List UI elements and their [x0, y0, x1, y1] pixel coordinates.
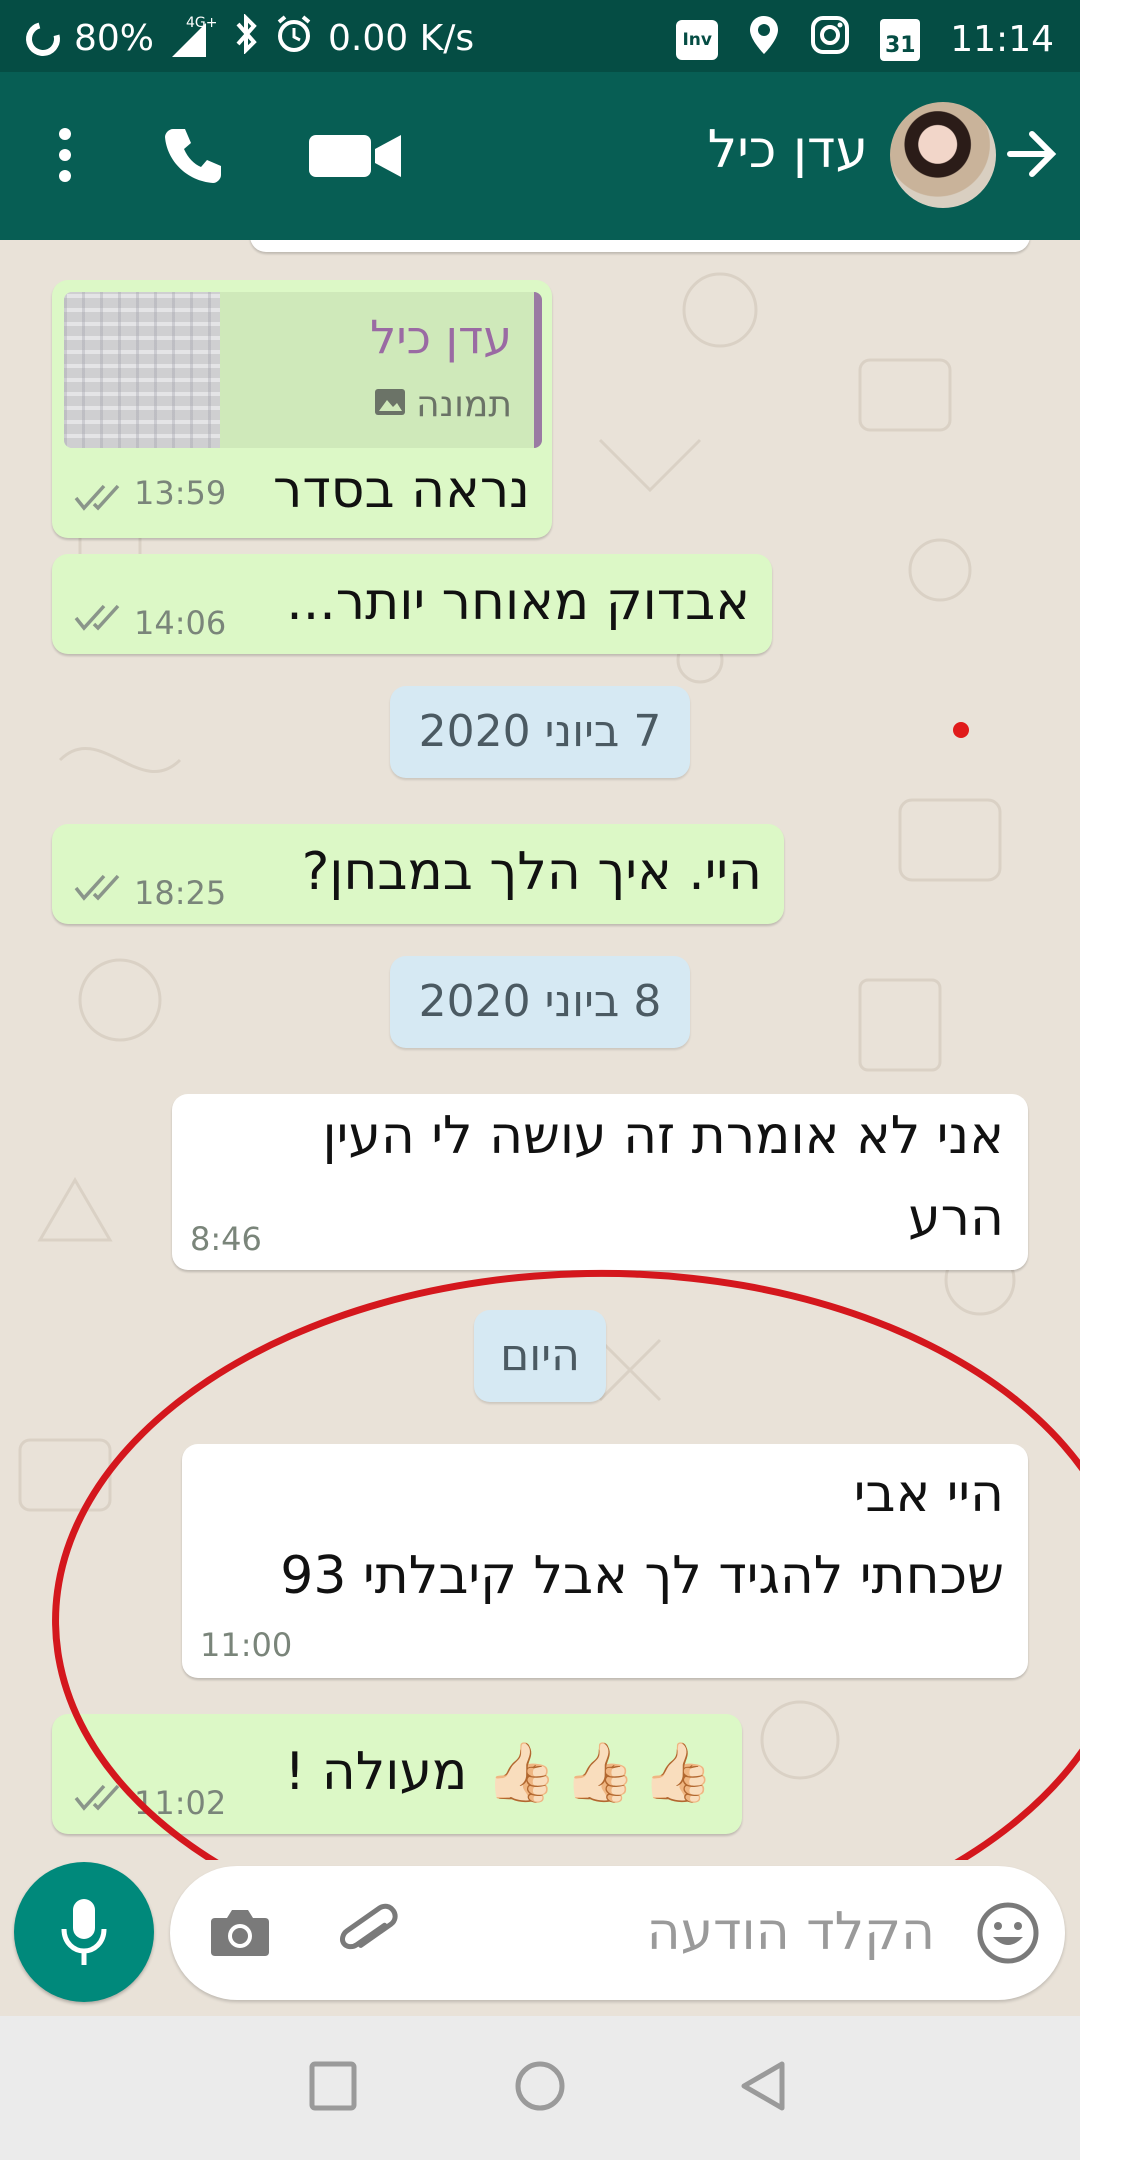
- message-text-line: היי אבי: [853, 1464, 1004, 1524]
- message-time: 8:46: [190, 1220, 262, 1258]
- app-badge-icon: Inv: [676, 19, 719, 60]
- location-icon: [748, 14, 780, 65]
- date-separator: 7 ביוני 2020: [390, 686, 690, 778]
- chat-area[interactable]: עדן כיל תמונה נראה בסדר 13:59 אבדוק מאוח…: [0, 240, 1080, 1860]
- message-text-body: מעולה !: [284, 1742, 468, 1802]
- nav-triangle-icon[interactable]: [738, 2058, 788, 2118]
- message-bubble-incoming[interactable]: היי אבי שכחתי להגיד לך אבל קיבלתי 93 11:…: [182, 1444, 1028, 1678]
- date-separator: היום: [474, 1310, 606, 1402]
- quoted-type: תמונה: [416, 384, 512, 425]
- mic-icon: [61, 1899, 107, 1965]
- battery-ring-icon: [19, 15, 67, 62]
- message-bubble-outgoing[interactable]: היי. איך הלך במבחן? 18:25: [52, 824, 784, 924]
- thumbs-up-emoji: 👍🏻👍🏻👍🏻: [485, 1738, 720, 1806]
- avatar[interactable]: [890, 102, 996, 208]
- network-speed: 0.00 K/s: [328, 18, 475, 59]
- chat-header: עדן כיל: [0, 72, 1080, 240]
- calendar-day: 31: [884, 32, 916, 58]
- message-text-line: אני לא אומרת זה עושה לי העין: [322, 1106, 1004, 1166]
- message-text: 👍🏻👍🏻👍🏻 מעולה !: [284, 1732, 720, 1812]
- message-text-line: שכחתי להגיד לך אבל קיבלתי 93: [280, 1546, 1004, 1606]
- more-vert-icon[interactable]: [40, 122, 90, 188]
- quoted-image-thumbnail: [64, 292, 220, 448]
- camera-icon[interactable]: [208, 1900, 272, 1964]
- message-time: 18:25: [134, 874, 227, 912]
- image-icon: [374, 384, 406, 425]
- message-text-line: הרע: [908, 1188, 1004, 1248]
- clock: 11:14: [950, 19, 1054, 60]
- red-dot-marker: [953, 722, 969, 738]
- message-time: 11:02: [134, 1784, 227, 1822]
- message-text: אבדוק מאוחר יותר...: [286, 572, 750, 632]
- video-icon[interactable]: [300, 128, 410, 184]
- input-placeholder: הקלד הודעה: [646, 1902, 935, 1962]
- emoji-icon[interactable]: [975, 1900, 1041, 1966]
- message-time: 11:00: [200, 1626, 293, 1664]
- mic-button[interactable]: [14, 1862, 154, 2002]
- message-bubble-outgoing[interactable]: עדן כיל תמונה נראה בסדר 13:59: [52, 280, 552, 538]
- message-bubble-incoming[interactable]: אני לא אומרת זה עושה לי העין הרע 8:46: [172, 1094, 1028, 1270]
- status-bar: 80% 4G+ 0.00 K/s Inv 31 11:14: [0, 0, 1080, 72]
- message-time: 14:06: [134, 604, 227, 642]
- instagram-icon: [810, 15, 850, 64]
- phone-screen: 80% 4G+ 0.00 K/s Inv 31 11:14 עדן כיל עד…: [0, 0, 1080, 2160]
- message-text: נראה בסדר: [273, 460, 530, 520]
- attach-icon[interactable]: [336, 1898, 406, 1968]
- contact-name[interactable]: עדן כיל: [708, 120, 868, 180]
- date-separator: 8 ביוני 2020: [390, 956, 690, 1048]
- alarm-icon: [274, 14, 314, 63]
- system-nav-bar: [0, 2016, 1080, 2160]
- bluetooth-icon: [232, 13, 260, 63]
- battery-percent: 80%: [74, 18, 155, 59]
- double-check-icon: [74, 482, 126, 516]
- screenshot-margin: [1080, 0, 1137, 2160]
- network-type: 4G+: [186, 14, 218, 31]
- nav-square-icon[interactable]: [308, 2058, 358, 2118]
- quoted-message[interactable]: עדן כיל תמונה: [64, 292, 542, 448]
- message-input[interactable]: הקלד הודעה: [170, 1866, 1065, 2000]
- phone-icon[interactable]: [158, 122, 228, 188]
- signal-icon: 4G+: [168, 15, 218, 59]
- quoted-sender: עדן כיל: [370, 310, 512, 364]
- message-time: 13:59: [134, 474, 227, 512]
- quoted-label: תמונה: [374, 384, 512, 425]
- double-check-icon: [74, 1782, 126, 1816]
- message-text: היי. איך הלך במבחן?: [301, 842, 762, 902]
- message-bubble-outgoing[interactable]: 👍🏻👍🏻👍🏻 מעולה ! 11:02: [52, 1714, 742, 1834]
- message-bubble-outgoing[interactable]: אבדוק מאוחר יותר... 14:06: [52, 554, 772, 654]
- back-arrow-icon[interactable]: [1002, 124, 1062, 184]
- partial-message[interactable]: [250, 240, 1030, 252]
- calendar-icon: 31: [880, 18, 921, 61]
- double-check-icon: [74, 872, 126, 906]
- app-badge-text: Inv: [682, 29, 712, 50]
- quote-accent-bar: [534, 292, 542, 448]
- nav-circle-icon[interactable]: [512, 2058, 568, 2118]
- double-check-icon: [74, 602, 126, 636]
